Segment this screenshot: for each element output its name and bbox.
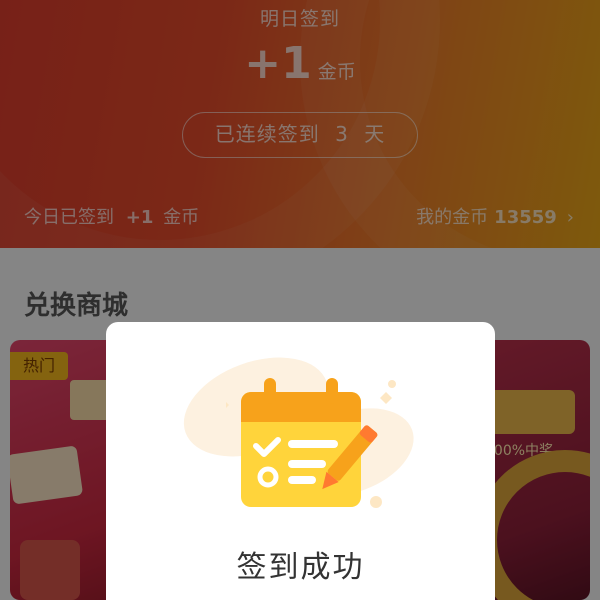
- calendar-checklist-icon: [226, 378, 396, 508]
- success-message: 签到成功: [236, 550, 365, 585]
- checkin-success-dialog: 签到成功: [106, 322, 495, 600]
